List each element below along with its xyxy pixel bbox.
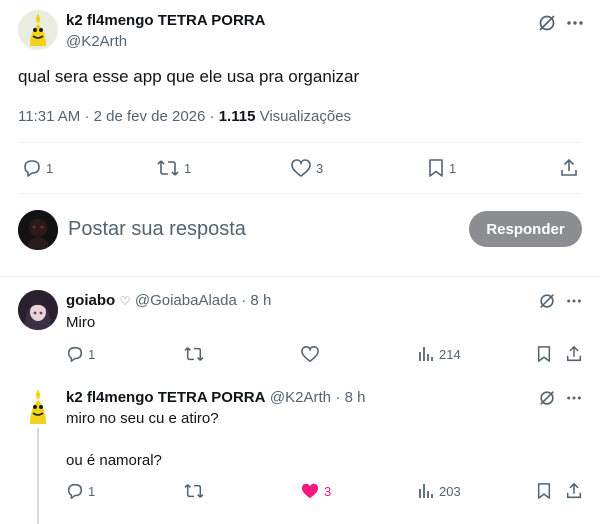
like-action[interactable]: 3 <box>290 158 323 178</box>
bookmark-action[interactable]: 1 <box>427 158 456 178</box>
reply1-like-action[interactable] <box>300 345 320 363</box>
reply2-author-name[interactable]: k2 fl4mengo TETRA PORRA <box>66 389 265 406</box>
tweet-date[interactable]: 2 de fev de 2026 <box>94 108 206 125</box>
main-author-avatar[interactable] <box>18 10 58 50</box>
main-author-handle[interactable]: @K2Arth <box>66 33 127 50</box>
reply1-reply-count: 1 <box>88 346 96 362</box>
bookmark-icon[interactable] <box>535 482 553 500</box>
reply2-views-count: 203 <box>439 483 461 499</box>
views-icon <box>419 484 433 498</box>
reply-input[interactable]: Postar sua resposta <box>68 218 246 241</box>
more-icon[interactable] <box>564 388 584 408</box>
meta-separator: · <box>84 108 90 125</box>
reply-icon <box>24 160 40 177</box>
reply-count: 1 <box>46 160 54 176</box>
bookmark-icon <box>429 159 443 177</box>
meta-separator: · <box>209 108 215 125</box>
reply1-retweet-action[interactable] <box>183 345 205 363</box>
divider <box>18 193 582 194</box>
reply1-reply-action[interactable]: 1 <box>66 345 95 363</box>
share-icon[interactable] <box>558 157 580 179</box>
reply2-avatar[interactable] <box>18 386 58 426</box>
thread-line <box>37 428 39 524</box>
reply2-text-line2: ou é namoral? <box>66 452 162 469</box>
reply1-heart-badge: ♡ <box>119 294 131 308</box>
tweet-time[interactable]: 11:31 AM <box>18 108 80 125</box>
bookmark-icon[interactable] <box>535 345 553 363</box>
share-icon[interactable] <box>565 482 583 500</box>
retweet-count: 1 <box>184 160 192 176</box>
reply1-text: Miro <box>66 314 96 331</box>
grok-icon[interactable] <box>537 291 557 311</box>
retweet-action[interactable]: 1 <box>156 158 191 178</box>
reply2-retweet-action[interactable] <box>183 482 205 500</box>
like-icon <box>301 346 319 363</box>
reply2-like-action[interactable]: 3 <box>300 482 331 500</box>
retweet-icon <box>184 347 204 361</box>
retweet-icon <box>184 484 204 498</box>
views-label: Visualizações <box>259 108 352 125</box>
reply2-views-action[interactable]: 203 <box>417 482 461 500</box>
like-count: 3 <box>316 160 324 176</box>
retweet-icon <box>157 160 179 176</box>
like-icon <box>291 159 311 177</box>
divider <box>18 142 582 143</box>
reply2-author-handle[interactable]: @K2Arth <box>270 389 331 406</box>
grok-icon[interactable] <box>536 12 558 34</box>
reply2-time[interactable]: · 8 h <box>335 389 365 406</box>
reply1-author-handle[interactable]: @GoiabaAlada <box>135 292 237 309</box>
reply1-avatar[interactable] <box>18 290 58 330</box>
reply-action[interactable]: 1 <box>22 158 53 178</box>
grok-icon[interactable] <box>537 388 557 408</box>
tweet-meta: 11:31 AM · 2 de fev de 2026 · 1.115 Visu… <box>18 108 351 125</box>
reply1-views-action[interactable]: 214 <box>417 345 461 363</box>
like-icon <box>301 483 319 499</box>
reply2-reply-count: 1 <box>88 483 96 499</box>
bookmark-count: 1 <box>449 160 457 176</box>
main-author-name[interactable]: k2 fl4mengo TETRA PORRA <box>66 12 265 29</box>
more-icon[interactable] <box>564 291 584 311</box>
more-icon[interactable] <box>564 12 586 34</box>
current-user-avatar[interactable] <box>18 210 58 250</box>
views-icon <box>419 347 433 361</box>
reply2-reply-action[interactable]: 1 <box>66 482 95 500</box>
divider <box>0 276 600 277</box>
main-tweet-text: qual sera esse app que ele usa pra organ… <box>18 67 360 86</box>
reply1-time[interactable]: · 8 h <box>241 292 271 309</box>
views-count: 1.115 <box>218 108 256 125</box>
reply2-header: k2 fl4mengo TETRA PORRA @K2Arth · 8 h <box>66 389 365 407</box>
reply1-author-name[interactable]: goiabo <box>66 292 115 309</box>
reply1-header: goiabo ♡ @GoiabaAlada · 8 h <box>66 292 271 310</box>
reply1-views-count: 214 <box>439 346 461 362</box>
reply-icon <box>67 483 83 499</box>
reply-button[interactable]: Responder <box>469 211 582 247</box>
share-icon[interactable] <box>565 345 583 363</box>
reply2-like-count: 3 <box>324 483 332 499</box>
reply-icon <box>67 346 83 362</box>
reply2-text-line1: miro no seu cu e atiro? <box>66 410 219 427</box>
